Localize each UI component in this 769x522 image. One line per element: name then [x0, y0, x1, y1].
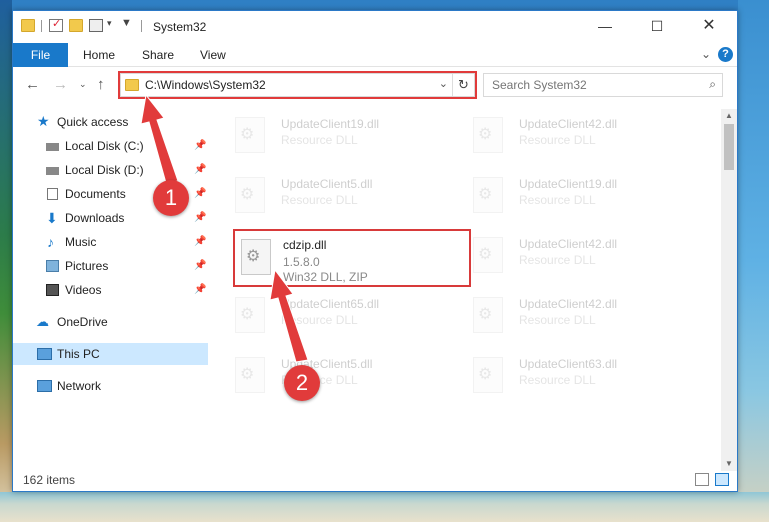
arrow-to-file: [269, 268, 309, 363]
step-badge-2: 2: [284, 365, 320, 401]
step-badge-1: 1: [153, 180, 189, 216]
annotation-arrows: [140, 93, 309, 363]
arrow-to-address-bar: [140, 93, 179, 184]
